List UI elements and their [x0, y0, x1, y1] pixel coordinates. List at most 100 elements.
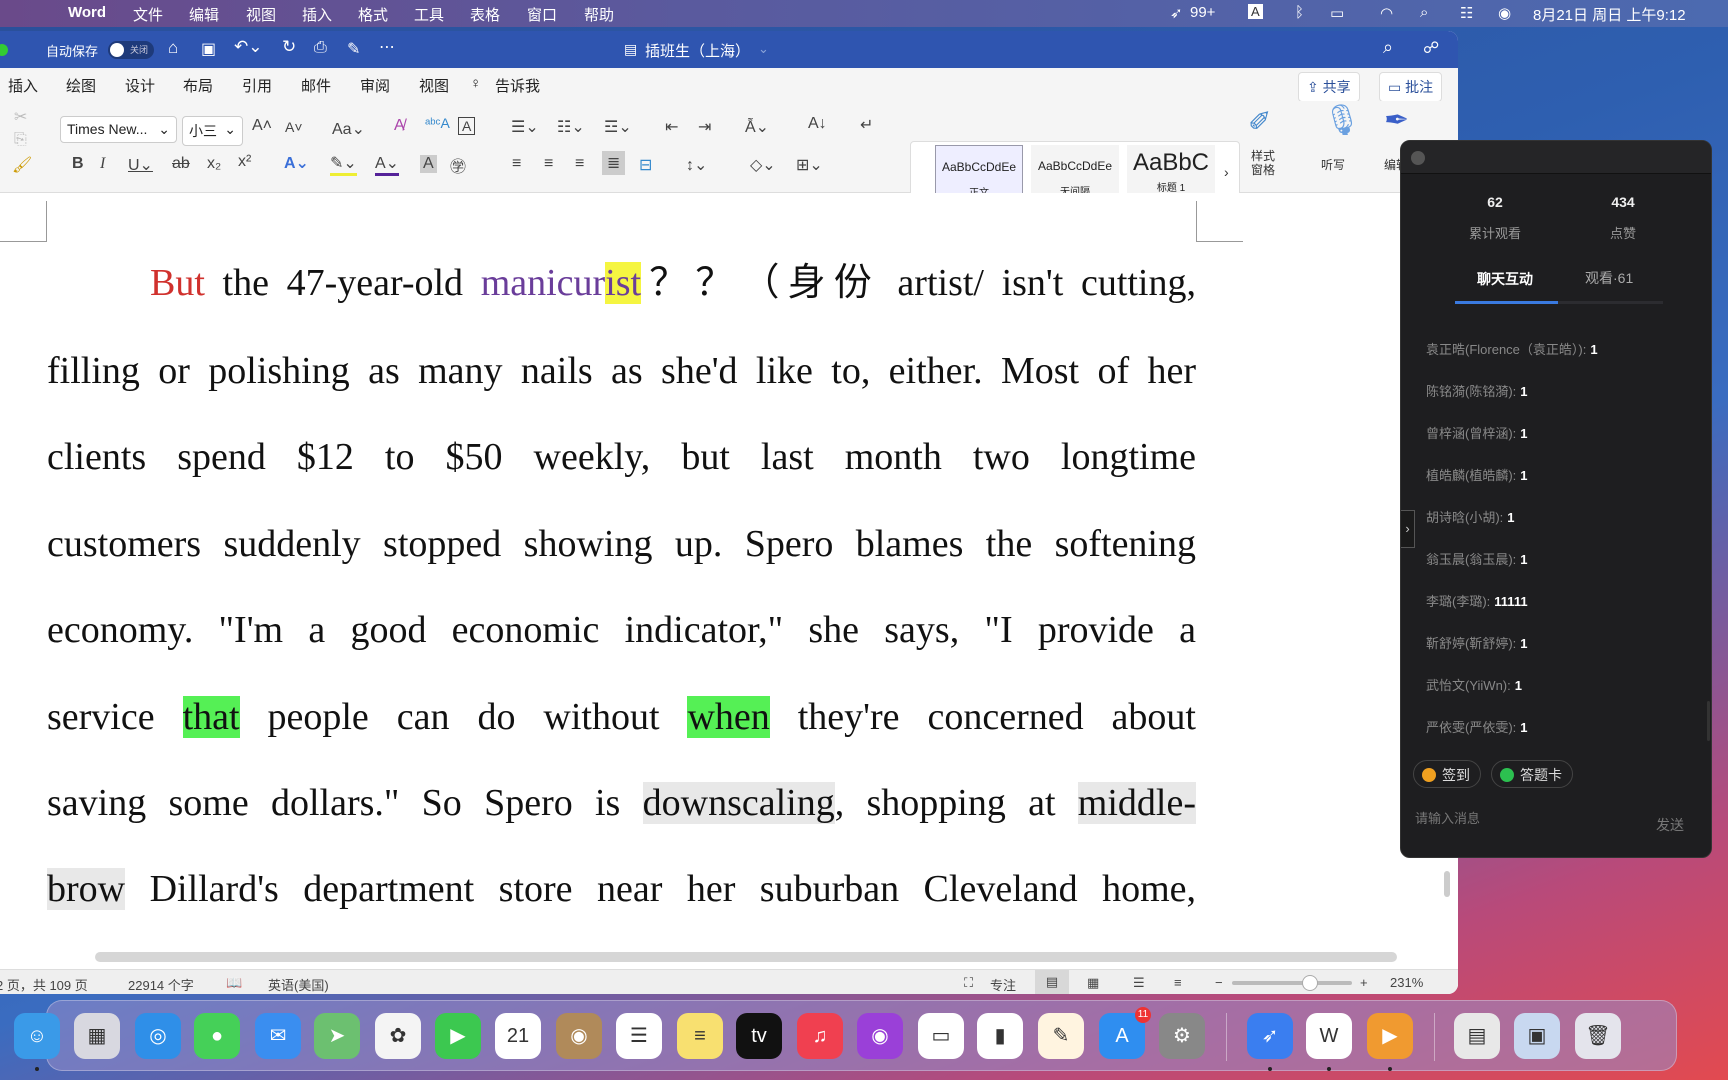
focus-icon[interactable]: ⛶ [964, 975, 973, 991]
page-count[interactable]: 2 页，共 109 页 [0, 975, 88, 994]
dock-safari-icon[interactable]: ◎ [135, 1013, 181, 1059]
language[interactable]: 英语(美国) [268, 975, 329, 994]
editor-icon[interactable]: ✒ [1384, 103, 1409, 138]
dock-system-preferences-icon[interactable]: ⚙ [1159, 1013, 1205, 1059]
zoom-slider[interactable] [1232, 975, 1352, 991]
spotlight-search-icon[interactable]: ⌕ [1420, 4, 1428, 21]
input-method-icon[interactable]: A [1248, 4, 1263, 19]
window-zoom-button[interactable] [0, 44, 8, 56]
show-formatting-icon[interactable]: ↵ [860, 115, 873, 135]
grow-font-icon[interactable]: A˄ [252, 117, 272, 135]
menu-view[interactable]: 视图 [246, 4, 276, 25]
menu-window[interactable]: 窗口 [527, 4, 557, 25]
phonetic-guide-icon[interactable]: ᵃᵇᶜA [425, 115, 450, 131]
gallery-next-icon[interactable]: › [1224, 164, 1229, 180]
document-line[interactable]: saving some dollars." So Spero is downsc… [47, 780, 1196, 826]
battery-icon[interactable]: ▭ [1330, 4, 1344, 22]
numbering-icon[interactable]: ☷⌄ [557, 117, 585, 137]
decrease-indent-icon[interactable]: ⇤ [665, 117, 678, 137]
tab-chat[interactable]: 聊天互动 [1477, 269, 1533, 289]
menu-table[interactable]: 表格 [470, 4, 500, 25]
microphone-icon[interactable]: 🎙 [1323, 103, 1361, 138]
document-line[interactable]: economy. "I'm a good economic indicator,… [47, 607, 1196, 653]
dock-mail-icon[interactable]: ✉ [255, 1013, 301, 1059]
subscript-button[interactable]: x₂ [207, 155, 221, 173]
dock-facetime-icon[interactable]: ▶ [435, 1013, 481, 1059]
proofing-icon[interactable]: 📖 [226, 975, 242, 991]
change-case-icon[interactable]: Aa⌄ [332, 119, 365, 139]
vertical-scrollbar[interactable] [1444, 871, 1450, 897]
align-right-icon[interactable]: ≡ [575, 155, 584, 173]
asian-layout-icon[interactable]: Ẫ⌄ [745, 117, 769, 137]
dock-numbers-icon[interactable]: ▮ [977, 1013, 1023, 1059]
comments-button[interactable]: ▭ 批注 [1379, 72, 1443, 102]
line-spacing-icon[interactable]: ↕⌄ [686, 155, 707, 175]
menu-app-word[interactable]: Word [68, 4, 106, 21]
dock-podcasts-icon[interactable]: ◉ [857, 1013, 903, 1059]
siri-icon[interactable]: ◉ [1498, 4, 1511, 22]
clear-formatting-icon[interactable]: A̸ [394, 117, 405, 135]
home-icon[interactable]: ⌂ [168, 38, 178, 58]
dock-finder-icon[interactable]: ☺ [14, 1013, 60, 1059]
dock-live-app-icon[interactable]: ▶ [1367, 1013, 1413, 1059]
text-effects-icon[interactable]: A⌄ [284, 153, 309, 173]
multilevel-list-icon[interactable]: ☲⌄ [604, 117, 632, 137]
highlight-color-icon[interactable]: ✎⌄ [330, 153, 357, 176]
menu-format[interactable]: 格式 [358, 4, 388, 25]
dock-apple-tv-icon[interactable]: tv [736, 1013, 782, 1059]
redo-icon[interactable]: ↻ [282, 37, 296, 57]
tab-insert[interactable]: 插入 [8, 75, 38, 96]
dock-launchpad-icon[interactable]: ▦ [74, 1013, 120, 1059]
window-close-button[interactable] [1411, 151, 1425, 165]
zoom-out-button[interactable]: − [1215, 975, 1223, 990]
message-input[interactable]: 请输入消息 [1415, 808, 1480, 827]
dock-app-store-icon[interactable]: A 11 [1099, 1007, 1151, 1059]
superscript-button[interactable]: x² [238, 153, 251, 171]
dock-word-icon[interactable]: W [1306, 1013, 1352, 1059]
borders-icon[interactable]: ⊞⌄ [796, 155, 823, 175]
save-icon[interactable]: ▣ [201, 39, 216, 59]
answer-card-button[interactable]: 答题卡 [1491, 760, 1573, 788]
dock-trash-icon[interactable]: 🗑 [1575, 1013, 1621, 1059]
dock-music-icon[interactable]: ♫ [797, 1013, 843, 1059]
tab-references[interactable]: 引用 [242, 75, 272, 96]
outline-view-icon[interactable]: ☰ [1133, 975, 1145, 991]
collaborate-icon[interactable]: ☍ [1423, 38, 1439, 58]
zoom-slider-thumb[interactable] [1302, 975, 1318, 991]
dock-maps-icon[interactable]: ➤ [314, 1013, 360, 1059]
styles-pane-icon[interactable]: ✐ [1248, 105, 1271, 138]
zoom-level[interactable]: 231% [1390, 975, 1423, 990]
feishu-status-icon[interactable]: ➶ [1170, 4, 1183, 22]
save-as-icon[interactable]: ✎ [347, 39, 360, 59]
dock-feishu-icon[interactable]: ➶ [1247, 1013, 1293, 1059]
document-line[interactable]: filling or polishing as many nails as sh… [47, 348, 1196, 394]
tab-mailings[interactable]: 邮件 [301, 75, 331, 96]
tab-review[interactable]: 审阅 [360, 75, 390, 96]
dock-calendar-icon[interactable]: 21 [495, 1013, 541, 1059]
more-icon[interactable]: ⋯ [379, 37, 395, 57]
tab-design[interactable]: 设计 [125, 75, 155, 96]
focus-button[interactable]: 专注 [990, 975, 1016, 994]
tab-layout[interactable]: 布局 [183, 75, 213, 96]
shading-icon[interactable]: ◇⌄ [750, 155, 776, 175]
tab-draw[interactable]: 绘图 [66, 75, 96, 96]
cut-icon[interactable]: ✂ [14, 107, 27, 127]
menu-help[interactable]: 帮助 [584, 4, 614, 25]
wifi-icon[interactable]: ◠ [1380, 4, 1393, 22]
print-layout-view-icon[interactable]: ▤ [1035, 970, 1069, 994]
bluetooth-icon[interactable]: ᛒ [1295, 4, 1304, 21]
print-icon[interactable]: ⎙ [314, 39, 327, 57]
menu-file[interactable]: 文件 [133, 4, 163, 25]
control-center-icon[interactable]: ☷ [1460, 4, 1473, 22]
dock-notes-icon[interactable]: ≡ [677, 1013, 723, 1059]
dock-screenshot-folder-icon[interactable]: ▣ [1514, 1013, 1560, 1059]
tell-me-search[interactable]: 告诉我 [495, 75, 540, 96]
collapse-panel-chevron-icon[interactable]: › [1401, 510, 1415, 548]
tab-viewers[interactable]: 观看·61 [1585, 268, 1633, 288]
document-page[interactable]: But the 47-year-old manicurist？？（身份 arti… [0, 193, 1458, 988]
menu-insert[interactable]: 插入 [302, 4, 332, 25]
document-line[interactable]: service that people can do without when … [47, 694, 1196, 740]
dock-photos-icon[interactable]: ✿ [375, 1013, 421, 1059]
increase-indent-icon[interactable]: ⇥ [698, 117, 711, 137]
underline-button[interactable]: U⌄ [128, 155, 153, 175]
